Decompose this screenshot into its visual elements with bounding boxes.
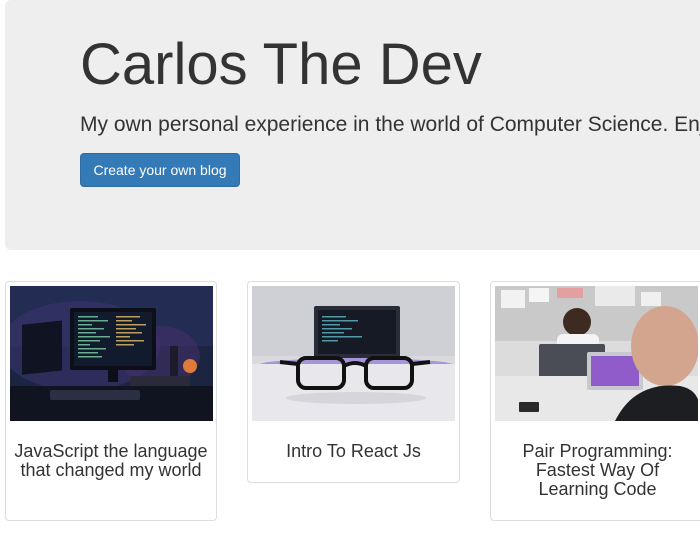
blog-post-card[interactable]: JavaScript the language that changed my … — [5, 281, 217, 521]
post-image-laptop-glasses[interactable] — [252, 286, 455, 421]
site-title: Carlos The Dev — [80, 32, 482, 97]
post-title[interactable]: Intro To React Js — [256, 442, 451, 461]
post-image-pair-programming[interactable] — [495, 286, 698, 421]
post-title[interactable]: Pair Programming: Fastest Way Of Learnin… — [499, 442, 696, 499]
desk-setup-monitors-photo — [10, 286, 213, 421]
blog-post-card[interactable]: Pair Programming: Fastest Way Of Learnin… — [490, 281, 700, 521]
site-tagline: My own personal experience in the world … — [80, 113, 700, 136]
pair-programming-photo — [495, 286, 698, 421]
laptop-glasses-photo — [252, 286, 455, 421]
create-blog-button[interactable]: Create your own blog — [80, 153, 240, 187]
blog-post-card[interactable]: Intro To React Js — [247, 281, 460, 483]
post-title[interactable]: JavaScript the language that changed my … — [14, 442, 208, 480]
post-image-desk-setup[interactable] — [10, 286, 213, 421]
